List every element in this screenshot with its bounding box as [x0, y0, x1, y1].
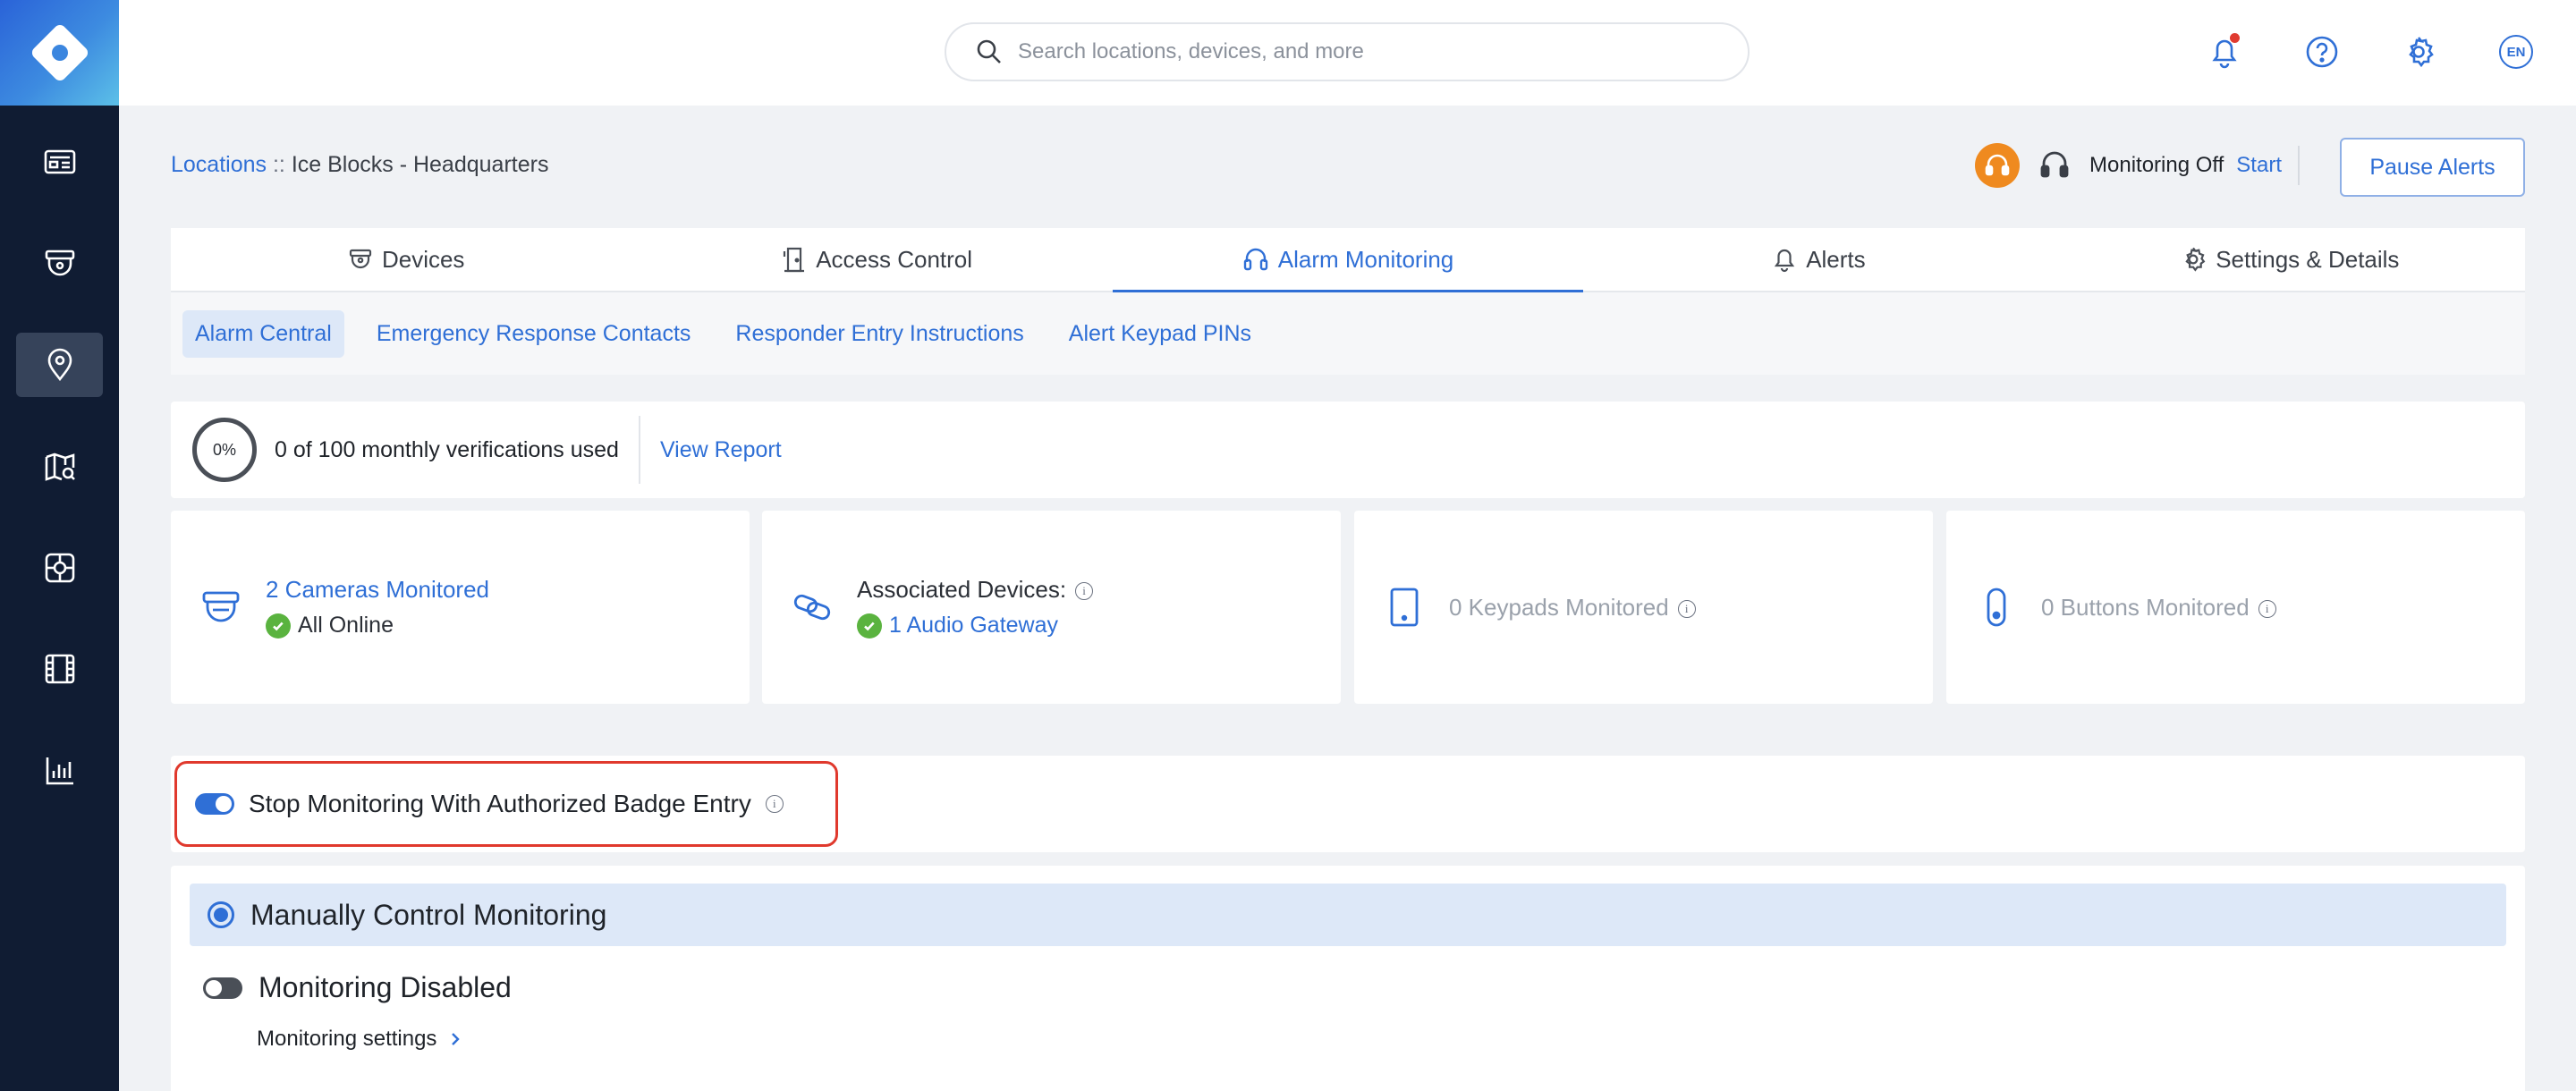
- film-icon: [43, 652, 77, 686]
- tab-alarm-monitoring[interactable]: Alarm Monitoring: [1112, 228, 1584, 292]
- location-pin-icon: [43, 348, 77, 382]
- badge-entry-toggle[interactable]: [195, 793, 234, 815]
- camera-icon: [348, 247, 373, 272]
- monitoring-status: Monitoring Off Start: [1975, 143, 2300, 188]
- manual-control-option[interactable]: Manually Control Monitoring: [190, 884, 2506, 946]
- help-icon: [2305, 35, 2339, 69]
- panic-button-icon: [1973, 584, 2020, 630]
- monitoring-mode-panel: Manually Control Monitoring Monitoring D…: [171, 866, 2525, 1091]
- app-logo[interactable]: [0, 0, 119, 106]
- monitoring-toggle[interactable]: [203, 977, 242, 999]
- tab-alarm-monitoring-label: Alarm Monitoring: [1277, 245, 1454, 273]
- tab-devices-label: Devices: [381, 245, 465, 273]
- subtab-keypad-pins[interactable]: Alert Keypad PINs: [1056, 310, 1264, 358]
- sidebar: [0, 0, 119, 1091]
- sub-tabs: Alarm Central Emergency Response Contact…: [171, 292, 2525, 375]
- associated-devices-card: Associated Devices: i 1 Audio Gateway: [762, 511, 1341, 704]
- monitoring-disabled-label: Monitoring Disabled: [258, 971, 512, 1003]
- gear-icon: [2402, 35, 2436, 69]
- tab-alerts-label: Alerts: [1806, 245, 1866, 273]
- monitoring-status-text: Monitoring Off: [2089, 153, 2224, 177]
- verifications-bar: 0% 0 of 100 monthly verifications used V…: [171, 402, 2525, 498]
- dashboard-icon: [43, 145, 77, 179]
- sidebar-item-access[interactable]: [16, 536, 103, 600]
- manual-control-label: Manually Control Monitoring: [250, 898, 607, 931]
- info-icon[interactable]: i: [2258, 599, 2276, 618]
- monitoring-badge: [1975, 143, 2020, 188]
- help-button[interactable]: [2301, 31, 2343, 72]
- headset-icon: [2038, 148, 2072, 182]
- sidebar-item-cameras[interactable]: [16, 232, 103, 296]
- associated-devices-label: Associated Devices:: [857, 576, 1067, 603]
- breadcrumb-current: Ice Blocks - Headquarters: [291, 152, 549, 177]
- tab-settings-details-label: Settings & Details: [2216, 245, 2400, 273]
- info-icon[interactable]: i: [1677, 599, 1696, 618]
- subtab-emergency-contacts[interactable]: Emergency Response Contacts: [364, 310, 704, 358]
- main-tabs: Devices Access Control Alarm Monitoring …: [171, 228, 2525, 292]
- cameras-status: All Online: [298, 613, 394, 638]
- info-icon[interactable]: i: [1075, 582, 1094, 601]
- access-icon: [43, 551, 77, 585]
- breadcrumb-separator: ::: [267, 152, 292, 177]
- view-report-link[interactable]: View Report: [660, 437, 782, 463]
- buttons-monitored-label: 0 Buttons Monitored: [2041, 593, 2250, 621]
- search-icon: [975, 38, 1004, 66]
- badge-entry-row: Stop Monitoring With Authorized Badge En…: [171, 756, 2525, 852]
- pause-alerts-button[interactable]: Pause Alerts: [2340, 138, 2525, 197]
- tab-access-control-label: Access Control: [816, 245, 973, 273]
- door-icon: [782, 246, 807, 273]
- buttons-card: 0 Buttons Monitored i: [1946, 511, 2525, 704]
- manual-control-radio[interactable]: [208, 901, 234, 928]
- map-search-icon: [43, 450, 77, 484]
- camera-icon: [198, 584, 244, 630]
- language-button[interactable]: EN: [2496, 31, 2537, 72]
- monitoring-settings-link[interactable]: Monitoring settings: [257, 1027, 462, 1052]
- tab-settings-details[interactable]: Settings & Details: [2055, 228, 2525, 291]
- top-bar: EN: [119, 0, 2576, 106]
- sidebar-item-analytics[interactable]: [16, 739, 103, 803]
- logo-icon: [26, 19, 94, 87]
- cameras-card: 2 Cameras Monitored All Online: [171, 511, 750, 704]
- badge-entry-highlight: Stop Monitoring With Authorized Badge En…: [174, 761, 838, 847]
- settings-button[interactable]: [2398, 31, 2439, 72]
- sidebar-item-locations[interactable]: [16, 333, 103, 397]
- verification-progress-ring: 0%: [192, 418, 257, 482]
- subtab-alarm-central[interactable]: Alarm Central: [182, 309, 344, 358]
- sidebar-item-dashboard[interactable]: [16, 130, 103, 194]
- cameras-monitored-link[interactable]: 2 Cameras Monitored: [266, 576, 489, 604]
- start-monitoring-link[interactable]: Start: [2236, 146, 2300, 185]
- info-icon[interactable]: i: [765, 795, 784, 813]
- breadcrumb-locations-link[interactable]: Locations: [171, 152, 267, 177]
- keypads-card: 0 Keypads Monitored i: [1354, 511, 1933, 704]
- notification-dot: [2230, 33, 2240, 43]
- analytics-icon: [43, 754, 77, 788]
- check-icon: [857, 613, 882, 639]
- language-badge: EN: [2499, 35, 2533, 69]
- search-bar[interactable]: [945, 22, 1750, 81]
- notifications-button[interactable]: [2204, 31, 2245, 72]
- subtab-responder-instructions[interactable]: Responder Entry Instructions: [723, 310, 1036, 358]
- monitoring-disabled-option: Monitoring Disabled: [203, 971, 512, 1004]
- tab-devices[interactable]: Devices: [171, 228, 641, 291]
- camera-icon: [43, 247, 77, 281]
- tab-access-control[interactable]: Access Control: [641, 228, 1112, 291]
- chevron-right-icon: [449, 1030, 462, 1048]
- badge-entry-label: Stop Monitoring With Authorized Badge En…: [249, 790, 751, 817]
- tab-alerts[interactable]: Alerts: [1583, 228, 2054, 291]
- sidebar-item-maps[interactable]: [16, 435, 103, 499]
- gear-icon: [2180, 246, 2207, 273]
- bell-icon: [1772, 246, 1797, 273]
- keypad-icon: [1381, 584, 1428, 630]
- search-input[interactable]: [1018, 39, 1698, 64]
- monitoring-settings-label: Monitoring settings: [257, 1027, 437, 1051]
- keypads-monitored-label: 0 Keypads Monitored: [1449, 593, 1669, 621]
- audio-gateway-link[interactable]: 1 Audio Gateway: [889, 613, 1058, 639]
- verification-usage-text: 0 of 100 monthly verifications used: [275, 416, 640, 484]
- headset-icon: [1242, 246, 1269, 273]
- link-icon: [789, 584, 835, 630]
- breadcrumb: Locations :: Ice Blocks - Headquarters: [171, 152, 548, 178]
- sidebar-item-video[interactable]: [16, 637, 103, 701]
- check-icon: [266, 613, 291, 639]
